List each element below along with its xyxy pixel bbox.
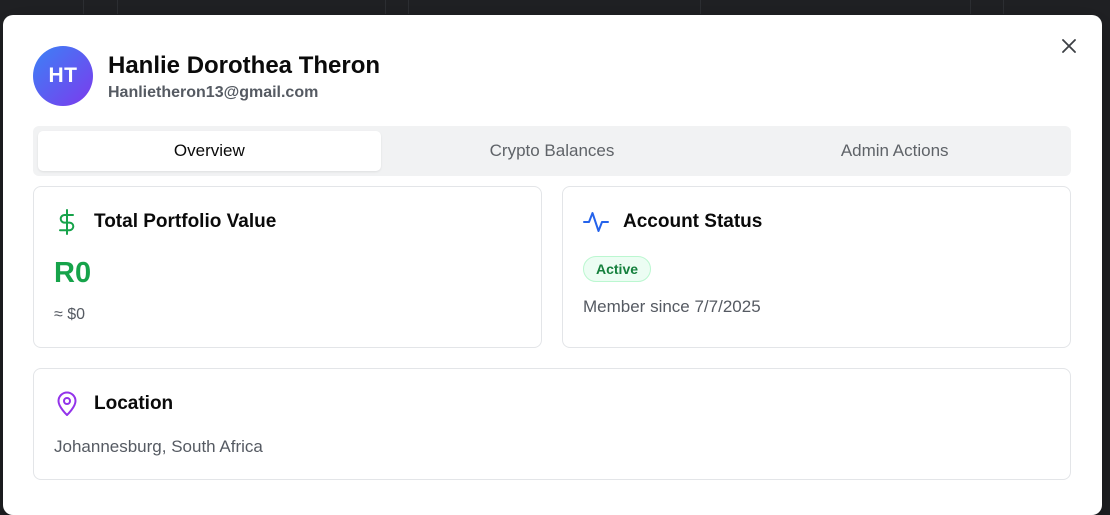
activity-icon [583, 209, 609, 235]
portfolio-card: Total Portfolio Value R0 ≈ $0 [33, 186, 542, 348]
portfolio-usd-value: ≈ $0 [54, 306, 86, 323]
portfolio-title: Total Portfolio Value [94, 211, 277, 232]
close-button[interactable] [1058, 35, 1080, 57]
portfolio-title-row: Total Portfolio Value [54, 209, 276, 235]
location-value: Johannesburg, South Africa [54, 437, 263, 456]
member-since: Member since 7/7/2025 [583, 297, 761, 316]
tab-crypto-balances[interactable]: Crypto Balances [381, 131, 724, 171]
user-name: Hanlie Dorothea Theron [108, 51, 381, 79]
close-icon [1062, 39, 1076, 53]
map-pin-icon [54, 391, 80, 417]
status-title-row: Account Status [583, 209, 762, 235]
status-badge: Active [583, 256, 652, 282]
backdrop-divider [700, 0, 701, 14]
user-email: Hanlietheron13@gmail.com [108, 83, 319, 101]
tab-overview[interactable]: Overview [38, 131, 381, 171]
dollar-icon [54, 209, 80, 235]
portfolio-value: R0 [54, 257, 92, 289]
backdrop-divider [385, 0, 386, 14]
backdrop-divider [408, 0, 409, 14]
account-status-card: Account Status Active Member since 7/7/2… [562, 186, 1071, 348]
user-header: HT Hanlie Dorothea Theron Hanlietheron13… [33, 46, 380, 106]
backdrop-divider [970, 0, 971, 14]
location-title-row: Location [54, 391, 173, 417]
backdrop-divider [1003, 0, 1004, 14]
avatar: HT [33, 46, 93, 106]
location-title: Location [94, 393, 174, 414]
location-card: Location Johannesburg, South Africa [33, 368, 1071, 480]
user-details-modal: HT Hanlie Dorothea Theron Hanlietheron13… [3, 15, 1102, 515]
tab-admin-actions[interactable]: Admin Actions [723, 131, 1066, 171]
backdrop-divider [83, 0, 84, 14]
tab-bar: Overview Crypto Balances Admin Actions [33, 126, 1071, 176]
backdrop-divider [117, 0, 118, 14]
user-identity: Hanlie Dorothea Theron Hanlietheron13@gm… [108, 51, 380, 102]
status-title: Account Status [623, 211, 763, 232]
